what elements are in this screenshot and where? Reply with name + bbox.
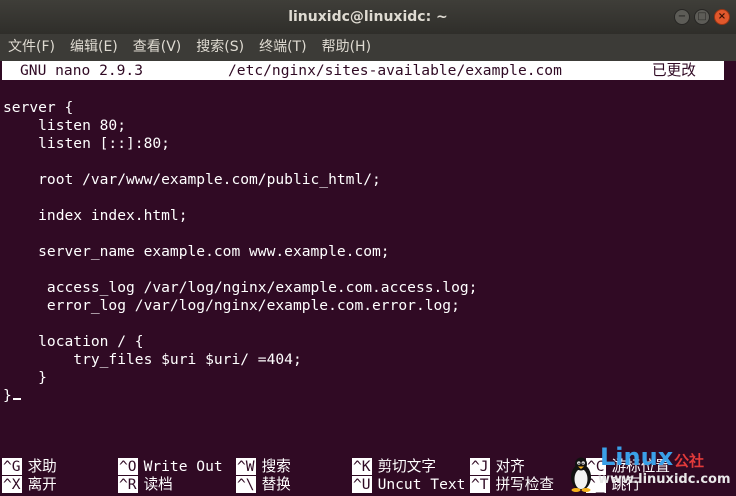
shortcut-label: 替换 — [261, 476, 291, 493]
terminal-window: linuxidc@linuxidc: ~ − □ × 文件(F) 编辑(E) 查… — [0, 0, 736, 496]
tux-penguin-icon — [571, 457, 591, 492]
shortcut-spell-check[interactable]: ^T 拼写检查 — [470, 476, 554, 494]
nano-modified-status: 已更改 — [652, 62, 696, 79]
shortcut-label: 拼写检查 — [495, 476, 554, 493]
nano-file-path: /etc/nginx/sites-available/example.com — [228, 62, 562, 79]
shortcut-key: ^\ — [236, 476, 256, 493]
menu-bar: 文件(F) 编辑(E) 查看(V) 搜索(S) 终端(T) 帮助(H) — [0, 34, 736, 61]
menu-edit[interactable]: 编辑(E) — [62, 34, 125, 61]
shortcut-key: ^J — [470, 458, 490, 475]
shortcut-replace[interactable]: ^\ 替换 — [236, 476, 291, 494]
shortcut-label: 求助 — [27, 458, 57, 475]
shortcut-label: 离开 — [27, 476, 57, 493]
watermark-url: www.linuxidc.com — [598, 472, 731, 487]
editor-content: server { listen 80; listen [::]:80; root… — [3, 99, 478, 404]
nano-header-bar: GNU nano 2.9.3 /etc/nginx/sites-availabl… — [2, 61, 724, 80]
shortcut-key: ^U — [352, 476, 372, 493]
menu-file[interactable]: 文件(F) — [0, 34, 62, 61]
shortcut-label: Uncut Text — [377, 476, 466, 493]
shortcut-where-is[interactable]: ^W 搜索 — [236, 458, 291, 476]
shortcut-label: Write Out — [143, 458, 223, 475]
title-bar[interactable]: linuxidc@linuxidc: ~ − □ × — [0, 0, 736, 35]
shortcut-key: ^T — [470, 476, 490, 493]
watermark: Linux 公社 www.linuxidc.com — [562, 444, 732, 494]
shortcut-key: ^O — [118, 458, 138, 475]
shortcut-justify[interactable]: ^J 对齐 — [470, 458, 525, 476]
text-cursor — [12, 398, 21, 400]
shortcut-key: ^W — [236, 458, 256, 475]
shortcut-key: ^R — [118, 476, 138, 493]
menu-help[interactable]: 帮助(H) — [314, 34, 378, 61]
shortcut-write-out[interactable]: ^O Write Out — [118, 458, 223, 476]
menu-search[interactable]: 搜索(S) — [188, 34, 251, 61]
shortcut-label: 搜索 — [261, 458, 291, 475]
menu-terminal[interactable]: 终端(T) — [251, 34, 313, 61]
shortcut-key: ^K — [352, 458, 372, 475]
shortcut-cut-text[interactable]: ^K 剪切文字 — [352, 458, 436, 476]
minimize-button[interactable]: − — [674, 9, 690, 25]
shortcut-label: 剪切文字 — [377, 458, 436, 475]
watermark-suffix: 公社 — [674, 452, 705, 470]
close-button[interactable]: × — [714, 9, 730, 25]
terminal-area[interactable]: GNU nano 2.9.3 /etc/nginx/sites-availabl… — [0, 61, 736, 496]
nano-version: GNU nano 2.9.3 — [20, 62, 144, 79]
shortcut-key: ^X — [2, 476, 22, 493]
maximize-button[interactable]: □ — [694, 9, 710, 25]
shortcut-key: ^G — [2, 458, 22, 475]
shortcut-label: 读档 — [143, 476, 173, 493]
menu-view[interactable]: 查看(V) — [125, 34, 189, 61]
watermark-brand: Linux — [600, 443, 674, 471]
editor-buffer[interactable]: server { listen 80; listen [::]:80; root… — [3, 99, 477, 405]
shortcut-help[interactable]: ^G 求助 — [2, 458, 57, 476]
shortcut-uncut-text[interactable]: ^U Uncut Text — [352, 476, 465, 494]
shortcut-read-file[interactable]: ^R 读档 — [118, 476, 173, 494]
window-title: linuxidc@linuxidc: ~ — [288, 9, 448, 25]
shortcut-exit[interactable]: ^X 离开 — [2, 476, 57, 494]
shortcut-label: 对齐 — [495, 458, 525, 475]
